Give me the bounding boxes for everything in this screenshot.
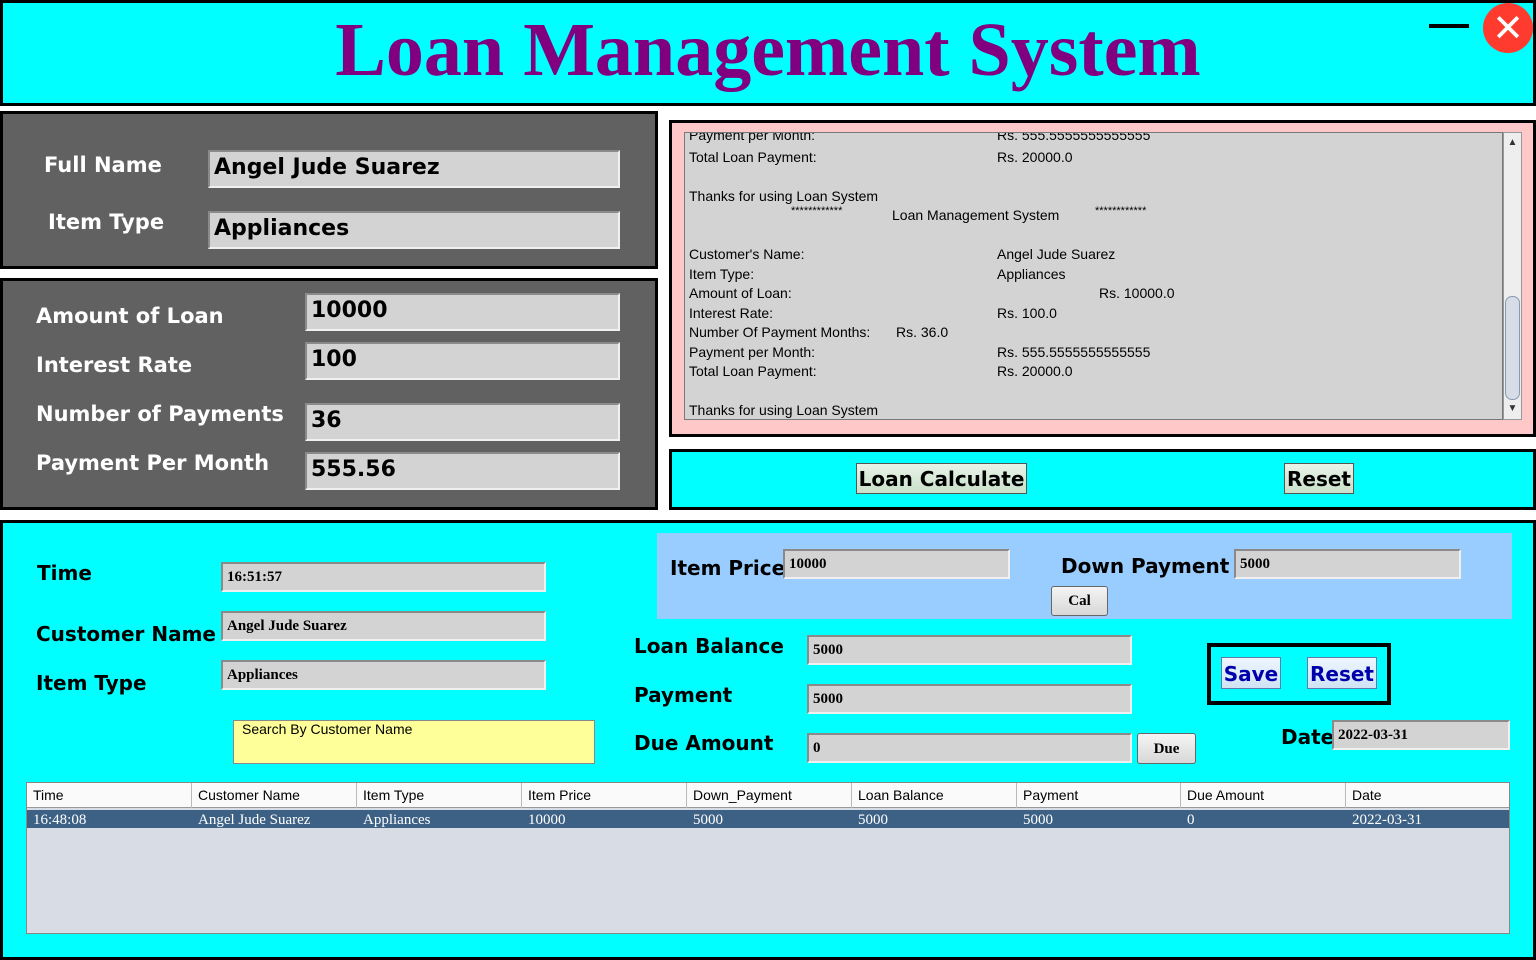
column-header[interactable]: Time [27,783,192,808]
loan-balance-label: Loan Balance [634,634,784,658]
loan-balance-field: 5000 [807,635,1132,665]
receipt-line: Appliances [997,266,1066,282]
table-cell: 5000 [693,812,723,828]
table-cell: 10000 [528,812,566,828]
interest-label: Interest Rate [36,353,193,377]
customer-name-field[interactable]: Angel Jude Suarez [221,611,546,641]
column-header[interactable]: Item Price [522,783,687,808]
receipt-line: Rs. 10000.0 [1099,285,1175,301]
time-field: 16:51:57 [221,562,546,592]
table-cell: 5000 [858,812,888,828]
column-header[interactable]: Due Amount [1181,783,1346,808]
column-header[interactable]: Down_Payment [687,783,852,808]
receipt-line: Total Loan Payment: [689,149,817,165]
customer-name-label: Customer Name [36,622,216,646]
column-header[interactable]: Customer Name [192,783,357,808]
item-price-field[interactable]: 10000 [783,549,1010,579]
receipt-line: Interest Rate: [689,305,774,321]
table-header: Time Customer Name Item Type Item Price … [27,783,1509,808]
receipt-line: ************ [791,205,843,217]
receipt-line: Payment per Month: [689,132,816,143]
date-label: Date [1281,725,1335,749]
receipt-line: Thanks for using Loan System [689,188,879,204]
item-type-label: Item Type [48,210,165,234]
receipt-line: Rs. 20000.0 [997,149,1073,165]
full-name-field[interactable]: Angel Jude Suarez [208,150,620,188]
receipt-line: Rs. 100.0 [997,305,1057,321]
scroll-down-icon[interactable]: ▼ [1504,403,1521,417]
item-price-label: Item Price [670,556,786,580]
action-panel [669,449,1536,510]
due-button[interactable]: Due [1137,733,1196,764]
item-type-field[interactable]: Appliances [208,211,620,249]
table-cell: 5000 [1023,812,1053,828]
column-header[interactable]: Loan Balance [852,783,1017,808]
receipt-line: Payment per Month: [689,344,816,360]
receipt-line: Rs. 555.5555555555555 [997,132,1151,143]
down-payment-field[interactable]: 5000 [1234,549,1461,579]
amount-label: Amount of Loan [36,304,224,328]
close-icon[interactable]: ✕ [1483,3,1533,53]
receipt-line: ************ [1095,205,1147,217]
payments-label: Number of Payments [36,402,284,426]
column-header[interactable]: Date [1346,783,1509,808]
save-button[interactable]: Save [1221,657,1281,689]
receipt-line: Rs. 36.0 [896,324,949,340]
scroll-up-icon[interactable]: ▲ [1504,137,1521,151]
receipt-textarea[interactable]: Payment per Month: Rs. 555.5555555555555… [684,132,1503,420]
bottom-item-type-field[interactable]: Appliances [221,660,546,690]
due-amount-label: Due Amount [634,731,774,755]
table-cell: 16:48:08 [33,812,87,828]
receipt-line: Thanks for using Loan System [689,402,879,418]
interest-field[interactable]: 100 [305,342,620,380]
bottom-reset-button[interactable]: Reset [1307,657,1377,689]
receipt-line: Total Loan Payment: [689,363,817,379]
receipt-line: Number Of Payment Months: [689,324,871,340]
table-row[interactable]: 16:48:08 Angel Jude Suarez Appliances 10… [27,810,1509,828]
payment-label: Payment [634,683,733,707]
receipt-line: Angel Jude Suarez [997,246,1116,262]
due-amount-field: 0 [807,733,1132,763]
reset-button[interactable]: Reset [1284,463,1354,494]
full-name-label: Full Name [44,153,162,177]
receipt-line: Item Type: [689,266,755,282]
receipt-line: Loan Management System [892,207,1060,223]
down-payment-label: Down Payment [1061,554,1230,578]
minimize-icon[interactable] [1429,24,1469,28]
payment-field[interactable]: 5000 [807,684,1132,714]
receipt-line: Rs. 20000.0 [997,363,1073,379]
time-label: Time [37,561,92,585]
per-month-field: 555.56 [305,452,620,490]
column-header[interactable]: Item Type [357,783,522,808]
bottom-item-type-label: Item Type [36,671,147,695]
loan-calculate-button[interactable]: Loan Calculate [856,463,1027,494]
receipt-line: Rs. 555.5555555555555 [997,344,1151,360]
receipt-line: Customer's Name: [689,246,805,262]
search-input[interactable]: Search By Customer Name [233,720,595,764]
per-month-label: Payment Per Month [36,451,270,475]
column-header[interactable]: Payment [1017,783,1181,808]
scroll-thumb[interactable] [1505,296,1520,400]
cal-button[interactable]: Cal [1051,586,1108,616]
table-cell: 0 [1187,812,1195,828]
table-cell: Appliances [363,812,431,828]
payments-field[interactable]: 36 [305,403,620,441]
amount-field[interactable]: 10000 [305,293,620,331]
table-cell: Angel Jude Suarez [198,812,311,828]
app-title: Loan Management System [335,8,1201,92]
receipt-line: Amount of Loan: [689,285,792,301]
date-field: 2022-03-31 [1332,720,1510,750]
table-cell: 2022-03-31 [1352,812,1422,828]
